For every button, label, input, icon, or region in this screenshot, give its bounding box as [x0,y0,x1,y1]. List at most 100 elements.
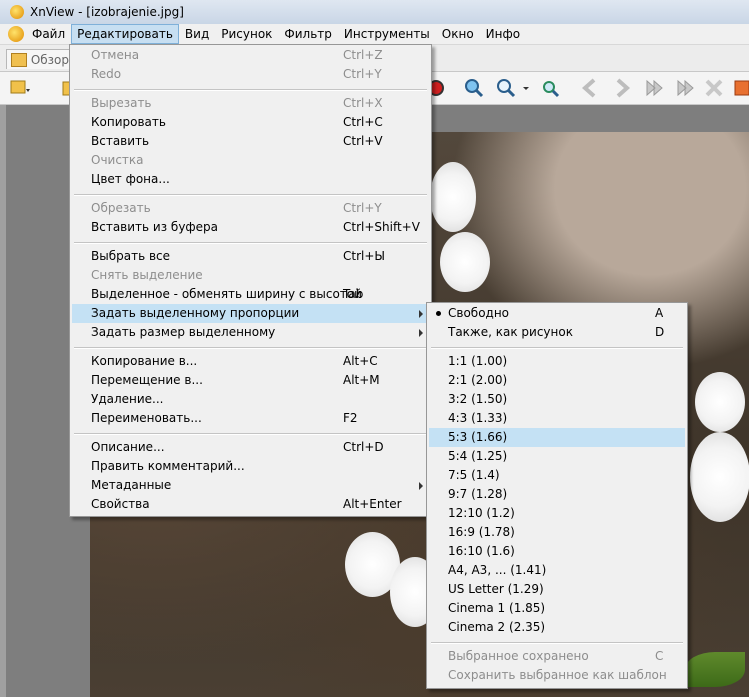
flower-blossom [430,162,476,232]
menu-item-label: Править комментарий... [91,459,245,473]
random-image-icon[interactable] [702,76,726,100]
submenu-arrow-icon [419,329,423,337]
menu-item-label: US Letter (1.29) [448,582,544,596]
flower-blossom [690,432,749,522]
edit-menu-item[interactable]: Вставить из буфера Ctrl+Shift+V [72,218,429,237]
aspect-ratio-submenu-item[interactable]: 4:3 (1.33) [429,409,685,428]
menu-item-label: Снять выделение [91,268,203,282]
edit-menu-item[interactable]: Цвет фона... [72,170,429,189]
menu-item-shortcut: Ctrl+X [343,96,383,110]
aspect-ratio-submenu-item[interactable]: Cinema 2 (2.35) [429,618,685,637]
aspect-ratio-submenu-item[interactable]: Свободно A [429,304,685,323]
menu-separator [431,347,683,349]
aspect-ratio-submenu-item[interactable]: 3:2 (1.50) [429,390,685,409]
menu-item-shortcut: Ctrl+V [343,134,383,148]
menu-bar: Файл Редактировать Вид Рисунок Фильтр Ин… [0,24,749,45]
menu-item-label: 16:9 (1.78) [448,525,515,539]
menu-item-label: 12:10 (1.2) [448,506,515,520]
menu-view[interactable]: Вид [179,24,215,44]
browser-tab-icon [11,52,27,67]
zoom-in-icon[interactable] [462,76,486,100]
aspect-ratio-submenu-item[interactable]: 16:9 (1.78) [429,523,685,542]
menu-item-shortcut: Ctrl+Y [343,201,382,215]
edit-menu-item: Redo Ctrl+Y [72,65,429,84]
menu-item-label: Свободно [448,306,510,320]
aspect-ratio-submenu-item[interactable]: 16:10 (1.6) [429,542,685,561]
aspect-ratio-submenu: Свободно A Также, как рисунок D 1:1 (1.00) 2:… [426,302,688,689]
aspect-ratio-submenu-item[interactable]: 7:5 (1.4) [429,466,685,485]
aspect-ratio-submenu-item[interactable]: Cinema 1 (1.85) [429,599,685,618]
last-image-icon[interactable] [674,76,698,100]
aspect-ratio-submenu-item[interactable]: 1:1 (1.00) [429,352,685,371]
edit-menu: Отмена Ctrl+Z Redo Ctrl+Y Вырезать Ctrl+X Копи… [69,44,432,517]
browse-folder-icon[interactable] [8,76,32,100]
edit-menu-item[interactable]: Переименовать... F2 [72,409,429,428]
zoom-fit-icon[interactable] [538,76,562,100]
edit-menu-item[interactable]: Задать размер выделенному [72,323,429,342]
menu-item-shortcut: Alt+M [343,373,380,387]
edit-menu-item[interactable]: Описание... Ctrl+D [72,438,429,457]
aspect-ratio-submenu-item[interactable]: US Letter (1.29) [429,580,685,599]
zoom-dropdown-icon[interactable] [514,76,538,100]
edit-menu-item[interactable]: Копировать Ctrl+C [72,113,429,132]
slideshow-icon[interactable] [730,76,749,100]
menu-item-shortcut: Ctrl+C [343,115,383,129]
menu-item-label: 5:4 (1.25) [448,449,508,463]
menu-separator [431,642,683,644]
edit-menu-item[interactable]: Перемещение в... Alt+M [72,371,429,390]
menu-item-shortcut: D [655,325,665,339]
menu-item-label: 2:1 (2.00) [448,373,508,387]
aspect-ratio-submenu-item[interactable]: 5:4 (1.25) [429,447,685,466]
aspect-ratio-submenu-item[interactable]: 12:10 (1.2) [429,504,685,523]
edit-menu-item[interactable]: Вставить Ctrl+V [72,132,429,151]
menu-item-label: Также, как рисунок [448,325,573,339]
edit-menu-item[interactable]: Копирование в... Alt+C [72,352,429,371]
leaf [685,652,745,687]
menu-window[interactable]: Окно [436,24,480,44]
first-image-icon[interactable] [642,76,666,100]
window-title: XnView - [izobrajenie.jpg] [30,5,184,19]
menu-edit[interactable]: Редактировать [71,24,179,44]
edit-menu-item[interactable]: Удаление... [72,390,429,409]
edit-menu-item[interactable]: Метаданные [72,476,429,495]
edit-menu-item[interactable]: Править комментарий... [72,457,429,476]
menu-image[interactable]: Рисунок [215,24,278,44]
menu-item-label: Cinema 2 (2.35) [448,620,546,634]
menu-filter[interactable]: Фильтр [278,24,337,44]
menu-item-shortcut: F2 [343,411,358,425]
menu-tools[interactable]: Инструменты [338,24,436,44]
edit-menu-item[interactable]: Свойства Alt+Enter [72,495,429,514]
edit-menu-item: Очистка [72,151,429,170]
previous-icon[interactable] [578,76,602,100]
edit-menu-item[interactable]: Задать выделенному пропорции [72,304,429,323]
next-icon[interactable] [610,76,634,100]
aspect-ratio-submenu-item[interactable]: A4, A3, ... (1.41) [429,561,685,580]
aspect-ratio-submenu-item: Выбранное сохранено C [429,647,685,666]
menu-separator [74,89,427,91]
menu-item-label: 16:10 (1.6) [448,544,515,558]
menu-separator [74,194,427,196]
app-menu-icon[interactable] [8,26,24,42]
tab-browser[interactable]: Обзор [6,49,70,69]
menu-item-label: Отмена [91,48,140,62]
aspect-ratio-submenu-item[interactable]: 2:1 (2.00) [429,371,685,390]
title-bar: XnView - [izobrajenie.jpg] [0,0,749,24]
aspect-ratio-submenu-item[interactable]: Также, как рисунок D [429,323,685,342]
edit-menu-item[interactable]: Выделенное - обменять ширину с высотой Ta… [72,285,429,304]
menu-item-label: 7:5 (1.4) [448,468,500,482]
menu-file[interactable]: Файл [26,24,71,44]
menu-item-shortcut: Ctrl+D [343,440,384,454]
menu-item-label: Выбрать все [91,249,171,263]
menu-item-shortcut: Tab [343,287,364,301]
menu-separator [74,242,427,244]
menu-item-shortcut: Alt+C [343,354,378,368]
menu-info[interactable]: Инфо [480,24,526,44]
submenu-arrow-icon [419,310,423,318]
menu-item-label: Цвет фона... [91,172,170,186]
aspect-ratio-submenu-item[interactable]: 5:3 (1.66) [429,428,685,447]
aspect-ratio-submenu-item[interactable]: 9:7 (1.28) [429,485,685,504]
menu-item-label: Очистка [91,153,144,167]
menu-item-shortcut: Ctrl+Ы [343,249,385,263]
menu-item-label: Задать размер выделенному [91,325,276,339]
edit-menu-item[interactable]: Выбрать все Ctrl+Ы [72,247,429,266]
